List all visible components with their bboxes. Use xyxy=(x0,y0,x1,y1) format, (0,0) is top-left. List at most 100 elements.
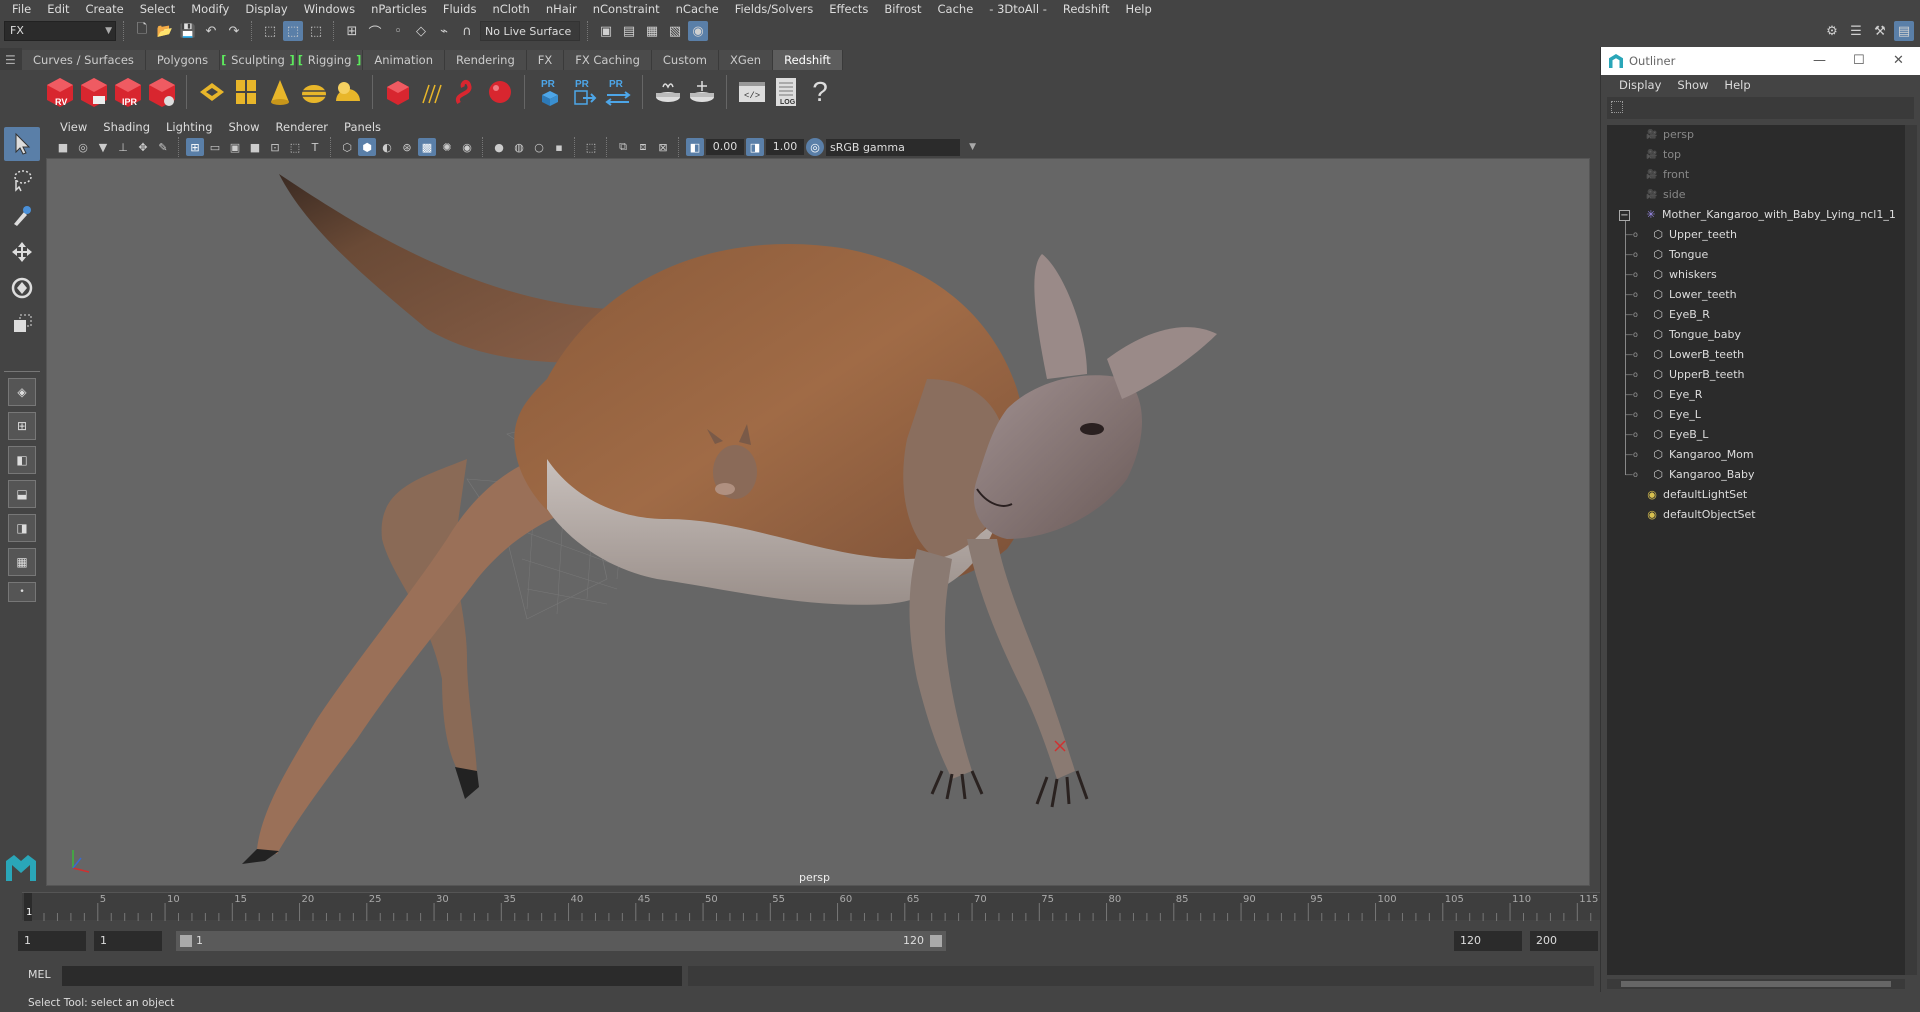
range-start-handle[interactable] xyxy=(180,935,192,947)
isolate-select-icon[interactable]: ⬚ xyxy=(582,138,600,156)
exposure-field[interactable]: 0.00 xyxy=(706,139,744,155)
gamma-field[interactable]: 1.00 xyxy=(766,139,804,155)
outliner-mesh-eyeb-l[interactable]: —o ⬡ EyeB_L xyxy=(1625,425,1708,445)
maximize-icon[interactable]: ☐ xyxy=(1853,53,1865,68)
rs-mesh-light-icon[interactable] xyxy=(298,74,330,110)
single-pane-layout-icon[interactable]: ◈ xyxy=(8,378,36,406)
rs-pr-object-icon[interactable]: PR xyxy=(534,74,566,110)
playback-start-field[interactable]: 1 xyxy=(94,931,162,951)
wireframe-icon[interactable]: ⬡ xyxy=(338,138,356,156)
outliner-group-row[interactable]: − ✳ Mother_Kangaroo_with_Baby_Lying_ncl1_1 xyxy=(1619,205,1896,225)
2d-pan-zoom-icon[interactable]: ✥ xyxy=(134,138,152,156)
menu-help[interactable]: Help xyxy=(1118,0,1160,18)
outliner-menu-show[interactable]: Show xyxy=(1669,78,1716,92)
menu-nhair[interactable]: nHair xyxy=(538,0,585,18)
snap-view-plane-icon[interactable]: ◇ xyxy=(411,21,431,41)
menu-create[interactable]: Create xyxy=(78,0,132,18)
menu-windows[interactable]: Windows xyxy=(296,0,363,18)
use-all-lights-icon[interactable]: ✺ xyxy=(438,138,456,156)
shelf-tab-fx-caching[interactable]: FX Caching xyxy=(564,50,652,70)
outliner-vertical-scrollbar[interactable] xyxy=(1905,125,1917,975)
wireframe-on-shaded-icon[interactable]: ⊛ xyxy=(398,138,416,156)
modeling-toolkit-icon[interactable]: ⚙ xyxy=(1822,21,1842,41)
gamma-toggle-icon[interactable]: ◨ xyxy=(746,138,764,156)
outliner-mesh-tongue[interactable]: —o ⬡ Tongue xyxy=(1625,245,1708,265)
snap-point-icon[interactable]: ◦ xyxy=(388,21,408,41)
menu-select[interactable]: Select xyxy=(132,0,183,18)
menu-fluids[interactable]: Fluids xyxy=(435,0,485,18)
safe-action-icon[interactable]: ⬚ xyxy=(286,138,304,156)
shelf-tab-sculpting[interactable]: Sculpting xyxy=(220,50,297,70)
outliner-mesh-upper-teeth[interactable]: —o ⬡ Upper_teeth xyxy=(1625,225,1737,245)
viewport-scene[interactable] xyxy=(47,159,1590,886)
rs-proxy-icon[interactable] xyxy=(196,74,228,110)
select-object-icon[interactable]: ⬚ xyxy=(283,21,303,41)
outliner-filter[interactable] xyxy=(1607,97,1914,119)
shelf-tab-fx[interactable]: FX xyxy=(526,50,565,70)
menu-modify[interactable]: Modify xyxy=(183,0,237,18)
animation-end-field[interactable]: 200 xyxy=(1530,931,1598,951)
smooth-shade-icon[interactable]: ⬢ xyxy=(358,138,376,156)
viewport-menu-renderer[interactable]: Renderer xyxy=(268,120,337,134)
kangaroo-front-leg-left[interactable] xyxy=(909,549,973,779)
attribute-editor-icon[interactable]: ▤ xyxy=(1894,21,1914,41)
lasso-tool-icon[interactable] xyxy=(4,163,40,197)
camera-select-icon[interactable]: ■ xyxy=(54,138,72,156)
outliner-mesh-kangaroo-mom[interactable]: —o ⬡ Kangaroo_Mom xyxy=(1625,445,1754,465)
scale-tool-icon[interactable] xyxy=(4,307,40,341)
rs-environment-icon[interactable] xyxy=(382,74,414,110)
kangaroo-front-leg-right[interactable] xyxy=(967,539,1075,779)
rs-ipr-icon[interactable]: IPR xyxy=(112,74,144,110)
menu-nparticles[interactable]: nParticles xyxy=(363,0,435,18)
select-component-icon[interactable]: ⬚ xyxy=(306,21,326,41)
side-by-side-layout-icon[interactable]: ◧ xyxy=(8,446,36,474)
outliner-mesh-eye-l[interactable]: —o ⬡ Eye_L xyxy=(1625,405,1701,425)
kangaroo-hind-foot-2[interactable] xyxy=(455,767,479,799)
kangaroo-hind-foot[interactable] xyxy=(242,849,279,864)
shelf-tab-rendering[interactable]: Rendering xyxy=(445,50,527,70)
menu-display[interactable]: Display xyxy=(237,0,295,18)
menu-fields-solvers[interactable]: Fields/Solvers xyxy=(727,0,822,18)
rs-hair-icon[interactable] xyxy=(416,74,448,110)
new-scene-icon[interactable]: 🗋 xyxy=(132,21,152,41)
outliner-mesh-lowerb-teeth[interactable]: —o ⬡ LowerB_teeth xyxy=(1625,345,1744,365)
shelf-tab-curves-surfaces[interactable]: Curves / Surfaces xyxy=(22,50,146,70)
kangaroo-ear-right[interactable] xyxy=(1107,327,1217,399)
shelf-tab-animation[interactable]: Animation xyxy=(363,50,446,70)
viewport-menu-show[interactable]: Show xyxy=(221,120,268,134)
bookmark-icon[interactable]: ▼ xyxy=(94,138,112,156)
outliner-mesh-upperb-teeth[interactable]: —o ⬡ UpperB_teeth xyxy=(1625,365,1745,385)
rs-bake-set-icon[interactable] xyxy=(686,74,718,110)
multisample-aa-icon[interactable]: ○ xyxy=(530,138,548,156)
outliner-menu-display[interactable]: Display xyxy=(1611,78,1669,92)
rs-render-icon[interactable] xyxy=(78,74,110,110)
four-pane-layout-icon[interactable]: ⊞ xyxy=(8,412,36,440)
persp-graph-layout-icon[interactable]: ▦ xyxy=(8,548,36,576)
menu-redshift[interactable]: Redshift xyxy=(1055,0,1118,18)
outliner-camera-front[interactable]: 🎥 front xyxy=(1645,165,1689,185)
camera-attributes-icon[interactable]: ◎ xyxy=(74,138,92,156)
rs-curve-icon[interactable] xyxy=(450,74,482,110)
minimize-icon[interactable]: — xyxy=(1813,53,1826,68)
rs-render-settings-icon[interactable] xyxy=(146,74,178,110)
scroll-thumb[interactable] xyxy=(1621,981,1891,987)
exposure-toggle-icon[interactable]: ◧ xyxy=(686,138,704,156)
undo-icon[interactable]: ↶ xyxy=(201,21,221,41)
gate-mask-icon[interactable]: ■ xyxy=(246,138,264,156)
select-hierarchy-icon[interactable]: ⬚ xyxy=(260,21,280,41)
shelf-tab-redshift[interactable]: Redshift xyxy=(773,50,843,70)
image-plane-icon[interactable]: ⊥ xyxy=(114,138,132,156)
outliner-set-defaultobjectset[interactable]: ◉ defaultObjectSet xyxy=(1645,505,1755,525)
menu-file[interactable]: File xyxy=(4,0,39,18)
shelf-menu-icon[interactable]: ☰ xyxy=(5,53,22,67)
render-settings-icon[interactable]: ▧ xyxy=(665,21,685,41)
magnet-icon[interactable]: ∩ xyxy=(457,21,477,41)
xray-joints-icon[interactable]: ⊠ xyxy=(654,138,672,156)
menu-set-selector[interactable]: FX ▼ xyxy=(4,21,116,41)
field-chart-icon[interactable]: ⊡ xyxy=(266,138,284,156)
xray-active-icon[interactable]: ⧈ xyxy=(634,138,652,156)
outliner-camera-side[interactable]: 🎥 side xyxy=(1645,185,1685,205)
rs-render-view-icon[interactable]: RV xyxy=(44,74,76,110)
rs-help-icon[interactable]: ? xyxy=(804,74,836,110)
snap-curve-icon[interactable]: ⌒ xyxy=(365,21,385,41)
